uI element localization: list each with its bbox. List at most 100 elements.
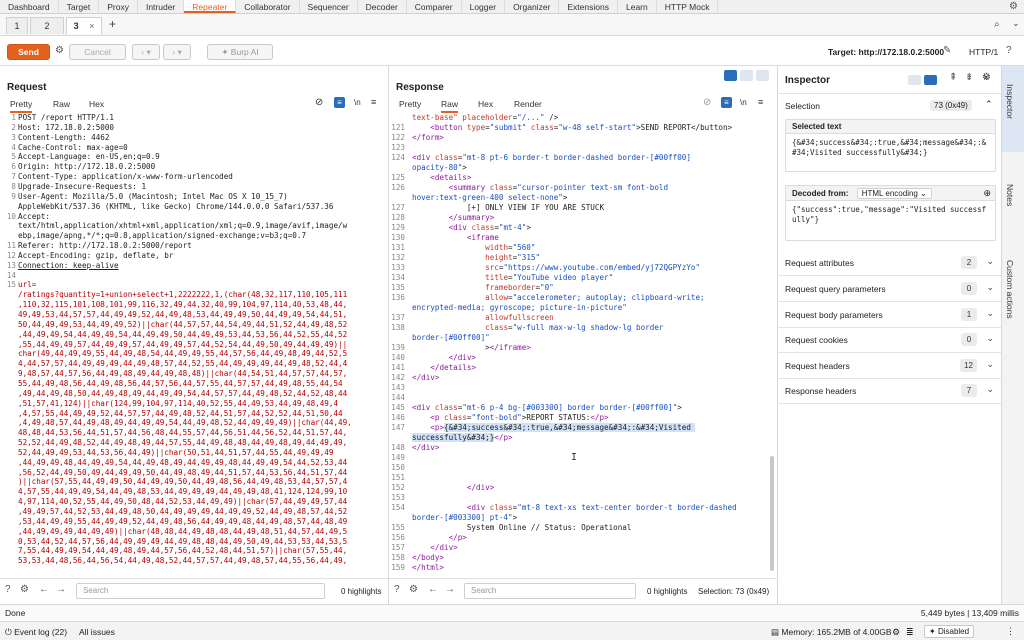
gear-icon[interactable]: ⚙	[409, 584, 418, 595]
inspector-row-request-cookies[interactable]: Request cookies 0 ⌄	[778, 327, 1001, 353]
menu-item-decoder[interactable]: Decoder	[358, 0, 407, 13]
chevron-down-icon[interactable]: ⌄	[986, 359, 994, 370]
menu-item-target[interactable]: Target	[59, 0, 100, 13]
close-tab-icon[interactable]: ×	[89, 21, 94, 31]
request-line-text: ,51,57,41,124)||char(124,99,104,97,114,4…	[18, 398, 339, 408]
bug-icon[interactable]: ⚙	[892, 627, 900, 638]
inspector-layout-icon[interactable]	[908, 75, 921, 85]
back-button[interactable]: ‹ ▾	[132, 44, 160, 60]
response-scrollbar[interactable]	[770, 456, 774, 571]
request-editor[interactable]: 1 POST /report HTTP/1.1 2 Host: 172.18.0.2:…	[0, 113, 385, 571]
close-icon[interactable]: ×	[983, 72, 989, 84]
menu-item-extensions[interactable]: Extensions	[559, 0, 618, 13]
decoding-select[interactable]: HTML encoding ⌄	[856, 188, 932, 199]
request-tab-pretty[interactable]: Pretty	[10, 99, 33, 113]
menu-item-dashboard[interactable]: Dashboard	[0, 0, 59, 13]
inspector-row-request-attributes[interactable]: Request attributes 2 ⌄	[778, 250, 1001, 276]
wrap-lines-icon[interactable]: ≡	[334, 97, 345, 108]
menu-item-http-mock[interactable]: HTTP Mock	[657, 0, 719, 13]
http-version-label[interactable]: HTTP/1	[969, 47, 998, 57]
response-tab-raw[interactable]: Raw	[441, 99, 459, 113]
arrow-left-icon[interactable]: ←	[39, 584, 49, 595]
response-tab-render[interactable]: Render	[514, 99, 542, 109]
chevron-down-icon[interactable]: ⌄	[986, 384, 994, 395]
grid-icon[interactable]: ⋮	[1006, 626, 1015, 637]
arrow-right-icon[interactable]: →	[445, 584, 455, 595]
chevron-down-icon[interactable]: ⌄	[986, 282, 994, 293]
menu-item-collaborator[interactable]: Collaborator	[236, 0, 300, 13]
inspector-row-request-body-parameters[interactable]: Request body parameters 1 ⌄	[778, 302, 1001, 328]
settings-gear-icon[interactable]: ⚙	[1009, 1, 1018, 12]
row-count-badge: 7	[961, 384, 977, 397]
all-issues-link[interactable]: All issues	[79, 627, 115, 637]
side-tab-notes[interactable]: Notes	[1005, 184, 1015, 206]
forward-button[interactable]: › ▾	[163, 44, 191, 60]
arrow-left-icon[interactable]: ←	[428, 584, 438, 595]
repeater-tab-3[interactable]: 3 ×	[66, 17, 102, 34]
inspector-row-request-headers[interactable]: Request headers 12 ⌄	[778, 353, 1001, 379]
repeater-tab-1[interactable]: 1	[6, 17, 28, 34]
menu-item-organizer[interactable]: Organizer	[505, 0, 560, 13]
chevron-down-icon[interactable]: ⌄	[1012, 18, 1020, 29]
add-tab-icon[interactable]: +	[109, 17, 116, 31]
notes-icon[interactable]: ≣	[906, 627, 914, 638]
menu-item-comparer[interactable]: Comparer	[407, 0, 462, 13]
wrap-lines-icon[interactable]: ≡	[721, 97, 732, 108]
event-log-label: Event log (22)	[14, 627, 68, 637]
ai-disabled-toggle[interactable]: ✦ Disabled	[924, 625, 975, 638]
hide-nonprintable-icon[interactable]: ⊘	[315, 97, 323, 108]
newline-icon[interactable]: \n	[354, 98, 361, 107]
add-decoding-icon[interactable]: ⊕	[983, 186, 991, 201]
hide-nonprintable-icon[interactable]: ⊘	[703, 97, 711, 108]
align-icon[interactable]: ⇞	[949, 72, 957, 83]
layout-vertical-icon[interactable]	[756, 70, 769, 81]
response-editor[interactable]: text-base" placeholder="/..." /> 121 <bu…	[389, 113, 775, 573]
side-tab-inspector[interactable]: Inspector	[1005, 84, 1015, 119]
inspector-row-request-query-parameters[interactable]: Request query parameters 0 ⌄	[778, 276, 1001, 302]
menu-item-logger[interactable]: Logger	[462, 0, 506, 13]
chevron-down-icon[interactable]: ⌄	[986, 333, 994, 344]
response-tab-pretty[interactable]: Pretty	[399, 99, 421, 109]
help-icon[interactable]: ?	[5, 584, 11, 595]
request-highlights-count: 0 highlights	[341, 587, 382, 596]
request-tab-raw[interactable]: Raw	[53, 99, 70, 109]
side-tab-custom-actions[interactable]: Custom actions	[1005, 260, 1015, 319]
chevron-down-icon[interactable]: ⌄	[986, 308, 994, 319]
burp-ai-button[interactable]: ✦ Burp AI	[207, 44, 273, 60]
response-tab-hex[interactable]: Hex	[478, 99, 493, 109]
repeater-tab-2[interactable]: 2	[30, 17, 64, 34]
response-search-input[interactable]: Search	[464, 583, 636, 599]
chevron-up-icon[interactable]: ⌃	[985, 99, 993, 110]
newline-icon[interactable]: \n	[740, 98, 747, 107]
edit-pencil-icon[interactable]: ✎	[943, 45, 951, 56]
layout-horizontal-icon[interactable]	[740, 70, 753, 81]
selected-text-value[interactable]: {&#34;success&#34;:true,&#34;message&#34…	[786, 134, 995, 162]
layout-toggle[interactable]	[724, 70, 776, 81]
arrow-right-icon[interactable]: →	[56, 584, 66, 595]
inspector-layout-alt-icon[interactable]	[924, 75, 937, 85]
event-log-link[interactable]: ⏻ Event log (22)	[5, 627, 67, 638]
help-icon[interactable]: ?	[394, 584, 400, 595]
gear-icon[interactable]: ⚙	[20, 584, 29, 595]
chevron-down-icon[interactable]: ⌄	[986, 256, 994, 267]
collapse-icon[interactable]: ⇟	[965, 72, 973, 83]
menu-icon[interactable]: ≡	[371, 97, 376, 107]
request-search-input[interactable]: Search	[76, 583, 325, 599]
inspector-row-response-headers[interactable]: Response headers 7 ⌄	[778, 378, 1001, 404]
decoded-text-value[interactable]: {"success":true,"message":"Visited succe…	[786, 201, 995, 229]
menu-item-sequencer[interactable]: Sequencer	[300, 0, 358, 13]
menu-item-proxy[interactable]: Proxy	[99, 0, 138, 13]
gear-icon[interactable]: ⚙	[55, 45, 64, 56]
search-icon[interactable]: ⌕	[994, 19, 1000, 30]
menu-item-intruder[interactable]: Intruder	[138, 0, 185, 13]
menu-icon[interactable]: ≡	[758, 97, 763, 107]
cancel-button[interactable]: Cancel	[69, 44, 126, 60]
layout-split-icon[interactable]	[724, 70, 737, 81]
menu-item-learn[interactable]: Learn	[618, 0, 657, 13]
row-label: Request headers	[785, 361, 850, 371]
help-icon[interactable]: ?	[1006, 45, 1012, 56]
menu-item-repeater[interactable]: Repeater	[184, 0, 237, 13]
request-tab-hex[interactable]: Hex	[89, 99, 104, 109]
request-line-text: Cache-Control: max-age=0	[18, 142, 128, 152]
send-button[interactable]: Send	[7, 44, 50, 60]
